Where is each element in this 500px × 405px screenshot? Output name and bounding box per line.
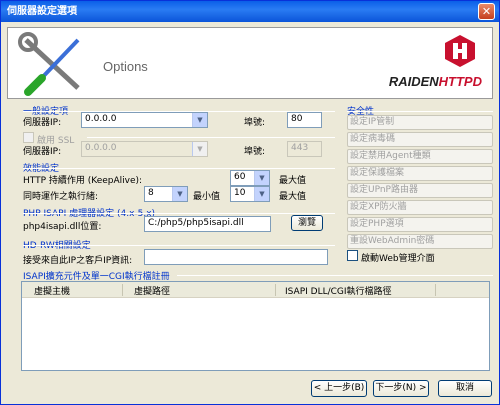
isapi-divider bbox=[177, 275, 493, 276]
threads-min-label: 最小值 bbox=[193, 192, 221, 202]
back-button[interactable]: < 上一步(B) bbox=[311, 380, 367, 397]
port-input[interactable]: 80 bbox=[287, 112, 322, 128]
php-divider bbox=[23, 213, 335, 214]
keepalive-unit: 最大值 bbox=[279, 176, 307, 186]
chevron-down-icon[interactable]: ▼ bbox=[192, 142, 207, 156]
threads-max-label: 最大值 bbox=[279, 192, 307, 202]
server-ip-label: 伺服器IP: bbox=[23, 118, 62, 128]
ssl-port-input[interactable]: 443 bbox=[287, 141, 322, 157]
window-title: 伺服器設定選項 bbox=[7, 6, 77, 17]
php-options-button[interactable]: 設定PHP選項 bbox=[347, 217, 493, 232]
browse-button[interactable]: 瀏覽 bbox=[291, 215, 323, 231]
wrench-screwdriver-icon bbox=[18, 32, 80, 96]
webadmin-checkbox[interactable] bbox=[347, 250, 358, 261]
isapi-registration-list[interactable]: 虛擬主機 虛擬路徑 ISAPI DLL/CGI執行檔路徑 bbox=[21, 281, 490, 371]
reset-webadmin-password-button[interactable]: 重設WebAdmin密碼 bbox=[347, 234, 493, 249]
server-ip-select[interactable]: 0.0.0.0 ▼ bbox=[81, 112, 208, 128]
column-separator[interactable] bbox=[275, 284, 276, 296]
php-dll-label: php4isapi.dll位置: bbox=[23, 222, 102, 232]
performance-divider bbox=[23, 168, 335, 169]
threads-max-select[interactable]: 10 ▼ bbox=[230, 186, 270, 202]
xp-firewall-button[interactable]: 設定XP防火牆 bbox=[347, 200, 493, 215]
title-bar: 伺服器設定選項 ✕ bbox=[1, 1, 499, 22]
server-ip-value: 0.0.0.0 bbox=[85, 114, 117, 124]
header-banner: Options RAIDENHTTPD bbox=[7, 27, 493, 99]
options-dialog: 伺服器設定選項 ✕ Options RAIDENHTTPD 一般設定項 伺服器I… bbox=[0, 0, 500, 405]
block-agent-button[interactable]: 設定禁用Agent種類 bbox=[347, 149, 493, 164]
close-button[interactable]: ✕ bbox=[478, 3, 495, 20]
options-heading: Options bbox=[103, 59, 148, 74]
accept-ip-input[interactable] bbox=[144, 249, 328, 265]
accept-ip-label: 接受來自此IP之客戶IP資訊: bbox=[23, 256, 133, 266]
brand-suffix: HTTPD bbox=[438, 74, 482, 89]
chevron-down-icon[interactable]: ▼ bbox=[172, 187, 187, 201]
threads-min-select[interactable]: 8 ▼ bbox=[144, 186, 188, 202]
upnp-router-button[interactable]: 設定UPnP路由器 bbox=[347, 183, 493, 198]
brand-logo-text: RAIDENHTTPD bbox=[389, 74, 482, 89]
ssl-server-ip-value: 0.0.0.0 bbox=[85, 143, 117, 153]
chevron-down-icon[interactable]: ▼ bbox=[254, 171, 269, 185]
protected-files-button[interactable]: 設定保護檔案 bbox=[347, 166, 493, 181]
chevron-down-icon[interactable]: ▼ bbox=[192, 113, 207, 127]
virus-signature-button[interactable]: 設定病毒碼 bbox=[347, 132, 493, 147]
column-separator[interactable] bbox=[122, 284, 123, 296]
cancel-button[interactable]: 取消 bbox=[438, 380, 492, 397]
hdrw-divider bbox=[23, 245, 335, 246]
column-separator[interactable] bbox=[435, 284, 436, 296]
ssl-divider bbox=[87, 137, 335, 138]
threads-label: 同時運作之執行緒: bbox=[23, 192, 99, 202]
ssl-server-ip-select[interactable]: 0.0.0.0 ▼ bbox=[81, 141, 208, 157]
ssl-port-label: 埠號: bbox=[244, 147, 266, 157]
ssl-checkbox[interactable] bbox=[23, 132, 34, 143]
column-virtual-host[interactable]: 虛擬主機 bbox=[34, 284, 70, 297]
keepalive-label: HTTP 持續作用 (KeepAlive): bbox=[23, 176, 143, 186]
keepalive-value: 60 bbox=[234, 172, 246, 182]
brand-prefix: RAIDEN bbox=[388, 74, 439, 89]
column-virtual-path[interactable]: 虛擬路徑 bbox=[134, 284, 170, 297]
column-dll-path[interactable]: ISAPI DLL/CGI執行檔路徑 bbox=[285, 284, 392, 297]
threads-max-value: 10 bbox=[234, 188, 246, 198]
security-divider bbox=[347, 111, 493, 112]
raiden-logo-icon bbox=[445, 35, 475, 67]
ip-control-button[interactable]: 設定IP管制 bbox=[347, 115, 493, 130]
chevron-down-icon[interactable]: ▼ bbox=[254, 187, 269, 201]
next-button[interactable]: 下一步(N) > bbox=[373, 380, 429, 397]
php-dll-path-input[interactable]: C:/php5/php5isapi.dll bbox=[144, 216, 271, 232]
port-label: 埠號: bbox=[244, 118, 266, 128]
keepalive-select[interactable]: 60 ▼ bbox=[230, 170, 270, 186]
threads-min-value: 8 bbox=[148, 188, 154, 198]
list-header: 虛擬主機 虛擬路徑 ISAPI DLL/CGI執行檔路徑 bbox=[22, 282, 489, 298]
ssl-server-ip-label: 伺服器IP: bbox=[23, 147, 62, 157]
webadmin-label: 啟動Web管理介面 bbox=[361, 254, 435, 264]
